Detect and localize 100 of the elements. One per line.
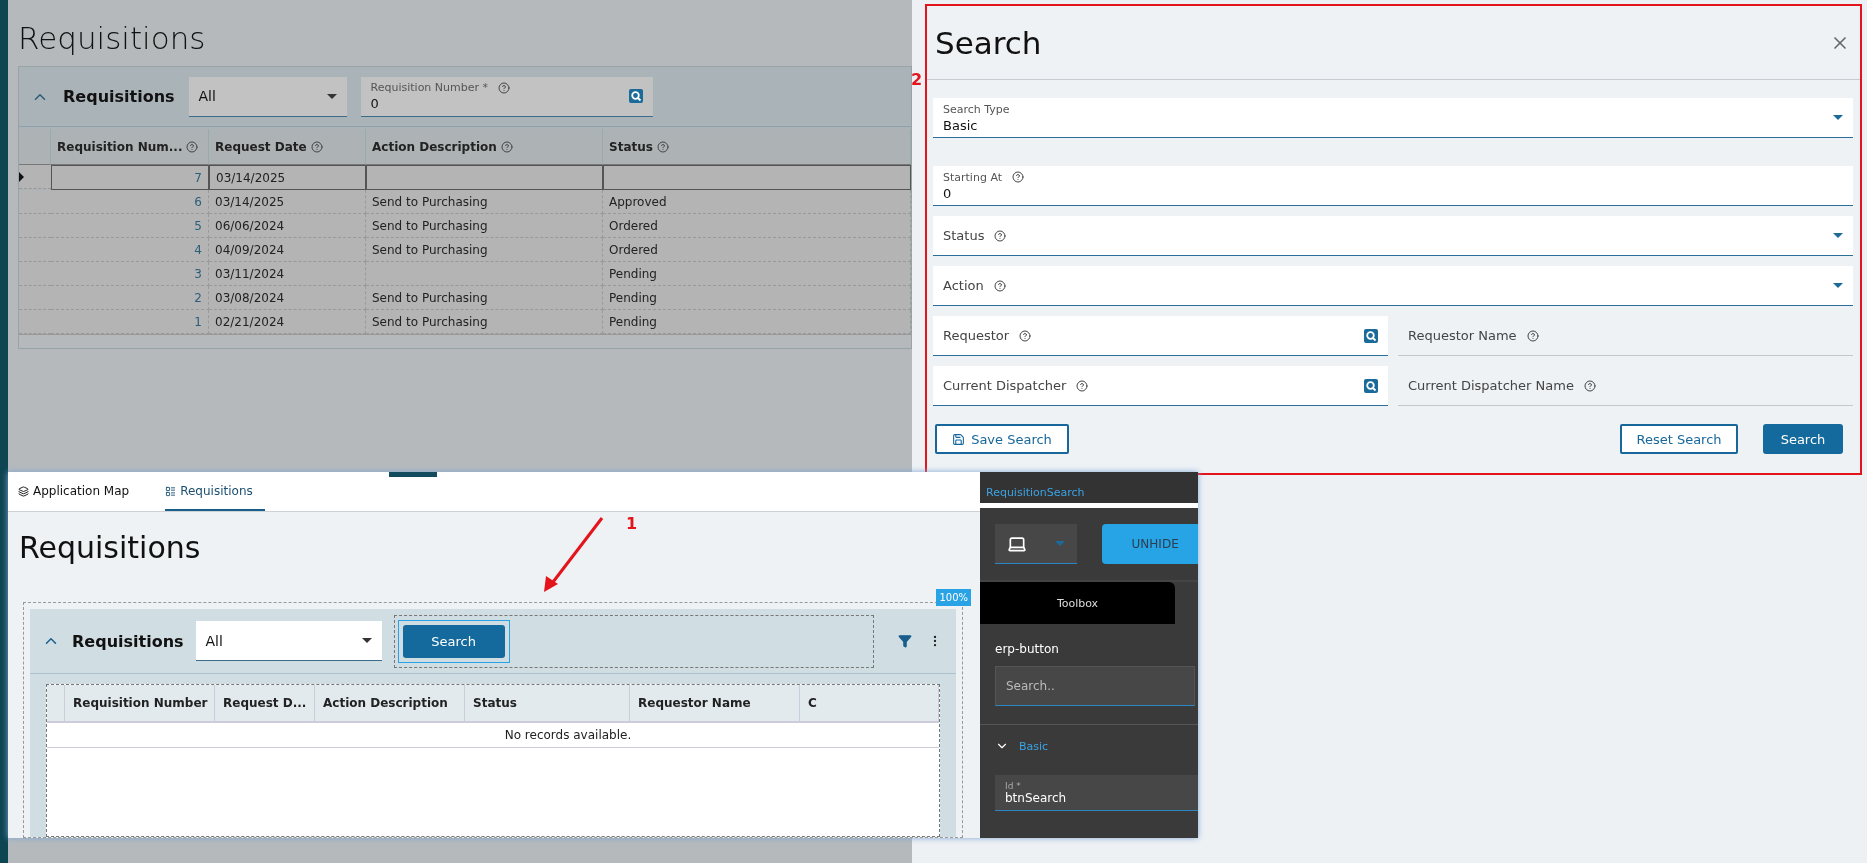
field-label: Status [943, 228, 1007, 243]
table-cell: 3 [51, 262, 209, 286]
search-icon[interactable] [628, 89, 643, 103]
filter-dropdown[interactable]: All [188, 76, 347, 117]
help-icon[interactable] [993, 279, 1006, 292]
table-cell: Send to Purchasing [366, 238, 603, 262]
filter-dropdown[interactable]: All [195, 621, 382, 661]
toolbox-tab[interactable]: Toolbox [980, 582, 1175, 624]
field-value: 0 [943, 185, 953, 201]
layers-icon [18, 485, 29, 497]
page-title: Requisitions [19, 530, 201, 567]
help-icon[interactable] [498, 81, 510, 94]
annotation-number: 1 [626, 514, 638, 533]
table-icon [165, 485, 177, 497]
search-field[interactable]: Search.. [995, 666, 1195, 706]
dropdown-caret-icon[interactable] [1833, 115, 1843, 120]
table-cell: 2 [51, 286, 209, 310]
table-cell: 6 [51, 190, 209, 214]
column-header[interactable]: Status [603, 129, 911, 165]
device-dropdown[interactable] [995, 524, 1077, 564]
table-cell: Pending [603, 286, 911, 310]
table-cell: 04/09/2024 [209, 238, 366, 262]
field-value: Basic [943, 117, 979, 133]
panel-title: Requisitions [63, 87, 175, 106]
help-icon[interactable] [994, 229, 1007, 242]
column-header[interactable]: Requestor Name [630, 685, 800, 721]
id-field[interactable]: Id * btnSearch [995, 775, 1198, 811]
table-cell: 5 [51, 214, 209, 238]
search-icon[interactable] [1364, 328, 1378, 343]
current-row-icon [19, 171, 24, 182]
readonly-field[interactable]: Requestor Name [1398, 316, 1853, 356]
dropdown-caret-icon[interactable] [1833, 233, 1843, 238]
table-cell: 03/11/2024 [209, 262, 366, 286]
dropdown-caret-icon[interactable] [1833, 283, 1843, 288]
table-cell: 03/14/2025 [209, 165, 366, 190]
table-cell: 7 [51, 165, 209, 190]
reset-search-button[interactable]: Reset Search [1620, 424, 1738, 454]
column-header[interactable]: Request D... [215, 685, 315, 721]
annotation-number: 2 [911, 70, 923, 89]
lookup-field[interactable]: Requisition Number * 0 [360, 76, 653, 117]
tab[interactable]: Application Map [18, 473, 142, 511]
help-icon[interactable] [1526, 329, 1539, 342]
field-label: Requestor Name [1408, 328, 1539, 343]
column-header[interactable]: Action Description [366, 129, 603, 165]
field-label: Current Dispatcher Name [1408, 378, 1596, 393]
dropdown-field[interactable]: Action [933, 266, 1853, 306]
search-icon[interactable] [1364, 378, 1378, 393]
help-icon[interactable] [310, 140, 323, 153]
field-label: Requestor [943, 328, 1032, 343]
help-icon[interactable] [1583, 379, 1596, 392]
table-cell: Send to Purchasing [366, 214, 603, 238]
table-cell: 02/21/2024 [209, 310, 366, 334]
input-field[interactable]: Current Dispatcher [933, 366, 1388, 406]
help-icon[interactable] [656, 140, 669, 153]
section-header[interactable]: Basic [980, 724, 1198, 767]
help-icon[interactable] [186, 140, 199, 153]
table-cell: Approved [603, 190, 911, 214]
save-search-button[interactable]: Save Search [935, 424, 1069, 454]
help-icon[interactable] [1012, 171, 1025, 183]
help-icon[interactable] [1076, 379, 1089, 392]
dropdown-field[interactable]: Status [933, 216, 1853, 256]
column-header[interactable]: Requisition Number [65, 685, 215, 721]
table-cell: 03/08/2024 [209, 286, 366, 310]
column-header[interactable]: C [800, 685, 939, 721]
panel-title: Requisitions [72, 631, 184, 651]
field-label: Action [943, 278, 1006, 293]
page-title: Requisitions [18, 20, 207, 56]
table-cell: Pending [603, 310, 911, 334]
table-cell: Ordered [603, 238, 911, 262]
breadcrumb-link[interactable]: RequisitionSearch [986, 486, 1085, 499]
table-cell: 06/06/2024 [209, 214, 366, 238]
input-field[interactable]: Requestor [933, 316, 1388, 356]
help-icon[interactable] [1019, 329, 1032, 342]
search-button[interactable]: Search [402, 624, 505, 658]
tab[interactable]: Requisitions [165, 473, 265, 511]
empty-message: No records available. [47, 723, 939, 748]
save-icon [952, 432, 966, 446]
column-header[interactable]: Status [465, 685, 630, 721]
table-cell: Send to Purchasing [366, 286, 603, 310]
zoom-badge: 100% [936, 589, 971, 606]
table-cell: 1 [51, 310, 209, 334]
readonly-field[interactable]: Current Dispatcher Name [1398, 366, 1853, 406]
table-cell: Ordered [603, 214, 911, 238]
column-header[interactable]: Action Description [315, 685, 465, 721]
help-icon[interactable] [500, 140, 513, 153]
field-label: Current Dispatcher [943, 378, 1089, 393]
input-field[interactable]: Starting At 0 [933, 166, 1853, 206]
table-cell: Pending [603, 262, 911, 286]
filter-icon[interactable] [896, 632, 914, 650]
column-header[interactable]: Request Date [209, 129, 366, 165]
column-header[interactable]: Requisition Num... [51, 129, 209, 165]
component-name: erp-button [994, 641, 1060, 658]
field-label: Search Type [943, 102, 1010, 116]
dropdown-field[interactable]: Search Type Basic [933, 98, 1853, 138]
unhide-button[interactable]: UNHIDE [1101, 524, 1198, 564]
search-button[interactable]: Search [1763, 424, 1843, 454]
table-cell: 03/14/2025 [209, 190, 366, 214]
table-cell: Send to Purchasing [366, 310, 603, 334]
table-cell: Send to Purchasing [366, 190, 603, 214]
table-cell: 4 [51, 238, 209, 262]
